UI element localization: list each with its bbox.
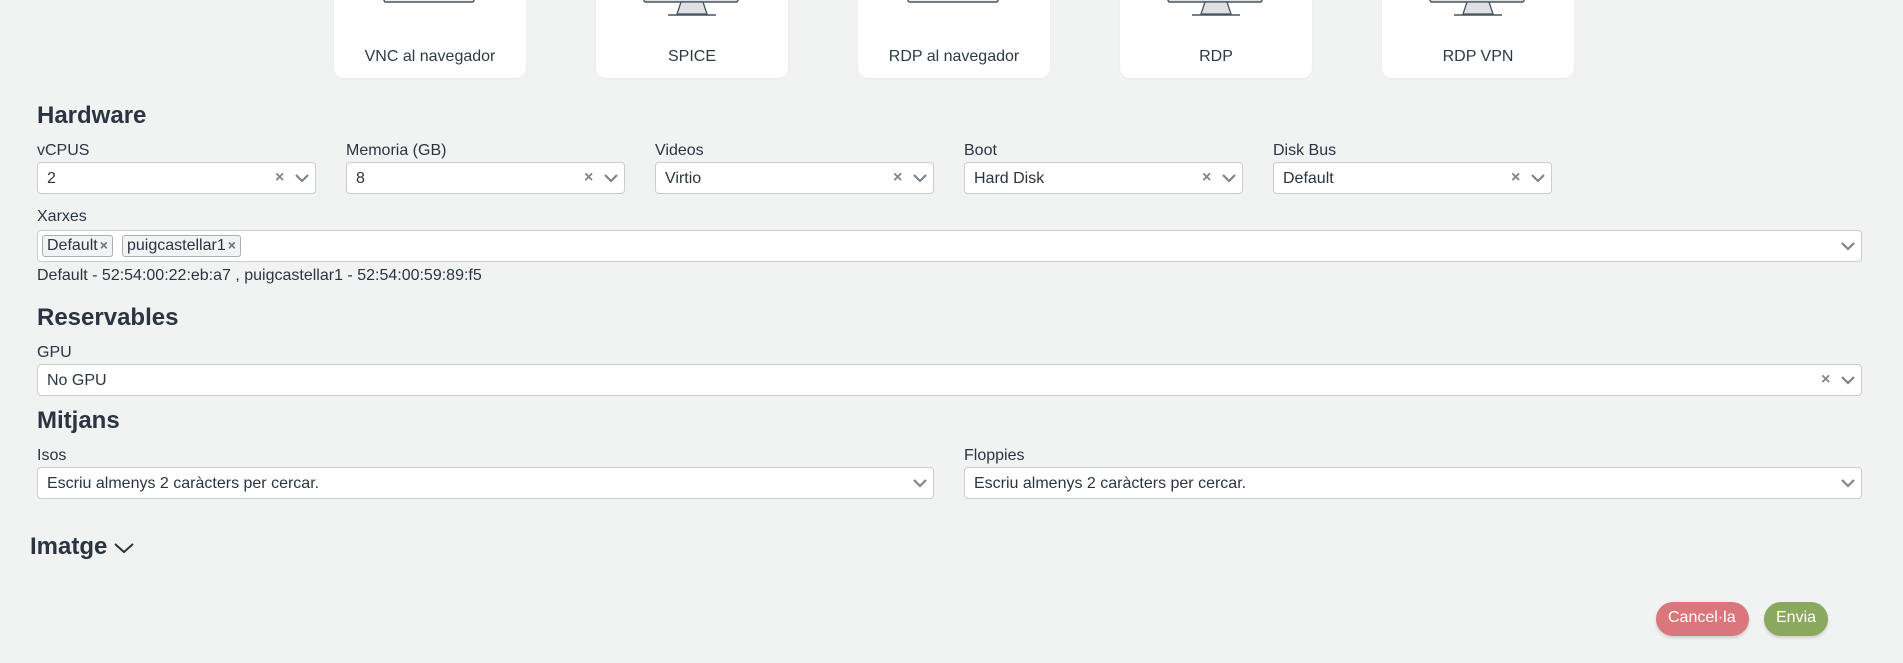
floppies-select[interactable]: Escriu almenys 2 caràcters per cercar. bbox=[964, 467, 1862, 499]
viewer-label: RDP VPN bbox=[1442, 48, 1514, 65]
clear-icon[interactable]: × bbox=[1821, 371, 1830, 389]
desktop-icon bbox=[1429, 0, 1525, 16]
chevron-down-icon[interactable] bbox=[912, 172, 928, 184]
disk-bus-value: Default bbox=[1283, 170, 1334, 187]
media-heading: Mitjans bbox=[37, 407, 120, 434]
viewer-label: VNC al navegador bbox=[364, 48, 496, 65]
reservables-heading: Reservables bbox=[37, 304, 179, 331]
clear-icon[interactable]: × bbox=[1511, 169, 1520, 187]
network-chip-label: puigcastellar1 bbox=[127, 237, 226, 254]
isos-placeholder: Escriu almenys 2 caràcters per cercar. bbox=[47, 475, 320, 492]
viewer-card-rdp-browser[interactable]: RDP al navegador bbox=[858, 0, 1050, 78]
chevron-down-icon[interactable] bbox=[294, 172, 310, 184]
boot-select[interactable]: Hard Disk × bbox=[964, 162, 1243, 194]
vcpus-select[interactable]: 2 × bbox=[37, 162, 316, 194]
remove-icon[interactable]: × bbox=[100, 237, 108, 253]
clear-icon[interactable]: × bbox=[1202, 169, 1211, 187]
clear-icon[interactable]: × bbox=[584, 169, 593, 187]
chevron-down-icon[interactable] bbox=[1530, 172, 1546, 184]
chevron-down-icon[interactable] bbox=[1840, 240, 1856, 252]
chevron-down-icon[interactable] bbox=[603, 172, 619, 184]
videos-select[interactable]: Virtio × bbox=[655, 162, 934, 194]
viewer-label: SPICE bbox=[667, 48, 716, 65]
viewer-label: RDP al navegador bbox=[888, 48, 1020, 65]
remove-icon[interactable]: × bbox=[228, 237, 236, 253]
chevron-down-icon[interactable] bbox=[1840, 374, 1856, 386]
vcpus-value: 2 bbox=[47, 170, 56, 187]
network-mac-addresses: Default - 52:54:00:22:eb:a7 , puigcastel… bbox=[37, 267, 482, 284]
viewer-card-spice[interactable]: SPICE bbox=[596, 0, 788, 78]
viewer-card-vnc-browser[interactable]: VNC al navegador bbox=[334, 0, 526, 78]
viewer-label: RDP bbox=[1199, 48, 1233, 65]
chevron-down-icon bbox=[114, 542, 135, 553]
clear-icon[interactable]: × bbox=[893, 169, 902, 187]
gpu-label: GPU bbox=[37, 344, 72, 361]
chevron-down-icon[interactable] bbox=[1221, 172, 1237, 184]
boot-label: Boot bbox=[964, 142, 997, 159]
cancel-button[interactable]: Cancel·la bbox=[1656, 602, 1749, 636]
memory-value: 8 bbox=[356, 170, 365, 187]
networks-multiselect[interactable]: Default × puigcastellar1 × bbox=[37, 230, 1862, 262]
desktop-icon bbox=[1167, 0, 1263, 16]
videos-value: Virtio bbox=[665, 170, 702, 187]
monitor-icon bbox=[383, 0, 475, 3]
memory-label: Memoria (GB) bbox=[346, 142, 447, 159]
send-button[interactable]: Envia bbox=[1764, 602, 1828, 636]
clear-icon[interactable]: × bbox=[275, 169, 284, 187]
gpu-value: No GPU bbox=[47, 372, 107, 389]
networks-label: Xarxes bbox=[37, 208, 87, 225]
viewer-card-rdp[interactable]: RDP bbox=[1120, 0, 1312, 78]
network-chip: puigcastellar1 × bbox=[122, 235, 241, 257]
disk-bus-select[interactable]: Default × bbox=[1273, 162, 1552, 194]
isos-label: Isos bbox=[37, 447, 67, 464]
chevron-down-icon[interactable] bbox=[1840, 477, 1856, 489]
floppies-placeholder: Escriu almenys 2 caràcters per cercar. bbox=[974, 475, 1247, 492]
vcpus-label: vCPUS bbox=[37, 142, 90, 159]
image-heading: Imatge bbox=[30, 533, 108, 560]
chevron-down-icon[interactable] bbox=[912, 477, 928, 489]
boot-value: Hard Disk bbox=[974, 170, 1045, 187]
monitor-icon bbox=[907, 0, 999, 3]
network-chip: Default × bbox=[42, 235, 113, 257]
memory-select[interactable]: 8 × bbox=[346, 162, 625, 194]
network-chip-label: Default bbox=[47, 237, 98, 254]
gpu-select[interactable]: No GPU × bbox=[37, 364, 1862, 396]
hardware-heading: Hardware bbox=[37, 102, 147, 129]
viewer-options: VNC al navegador SPICE RDP al navegador … bbox=[0, 0, 1903, 78]
image-section-toggle[interactable]: Imatge bbox=[30, 533, 135, 561]
floppies-label: Floppies bbox=[964, 447, 1025, 464]
desktop-icon bbox=[643, 0, 739, 16]
disk-bus-label: Disk Bus bbox=[1273, 142, 1337, 159]
viewer-card-rdp-vpn[interactable]: RDP VPN bbox=[1382, 0, 1574, 78]
videos-label: Videos bbox=[655, 142, 704, 159]
isos-select[interactable]: Escriu almenys 2 caràcters per cercar. bbox=[37, 467, 934, 499]
